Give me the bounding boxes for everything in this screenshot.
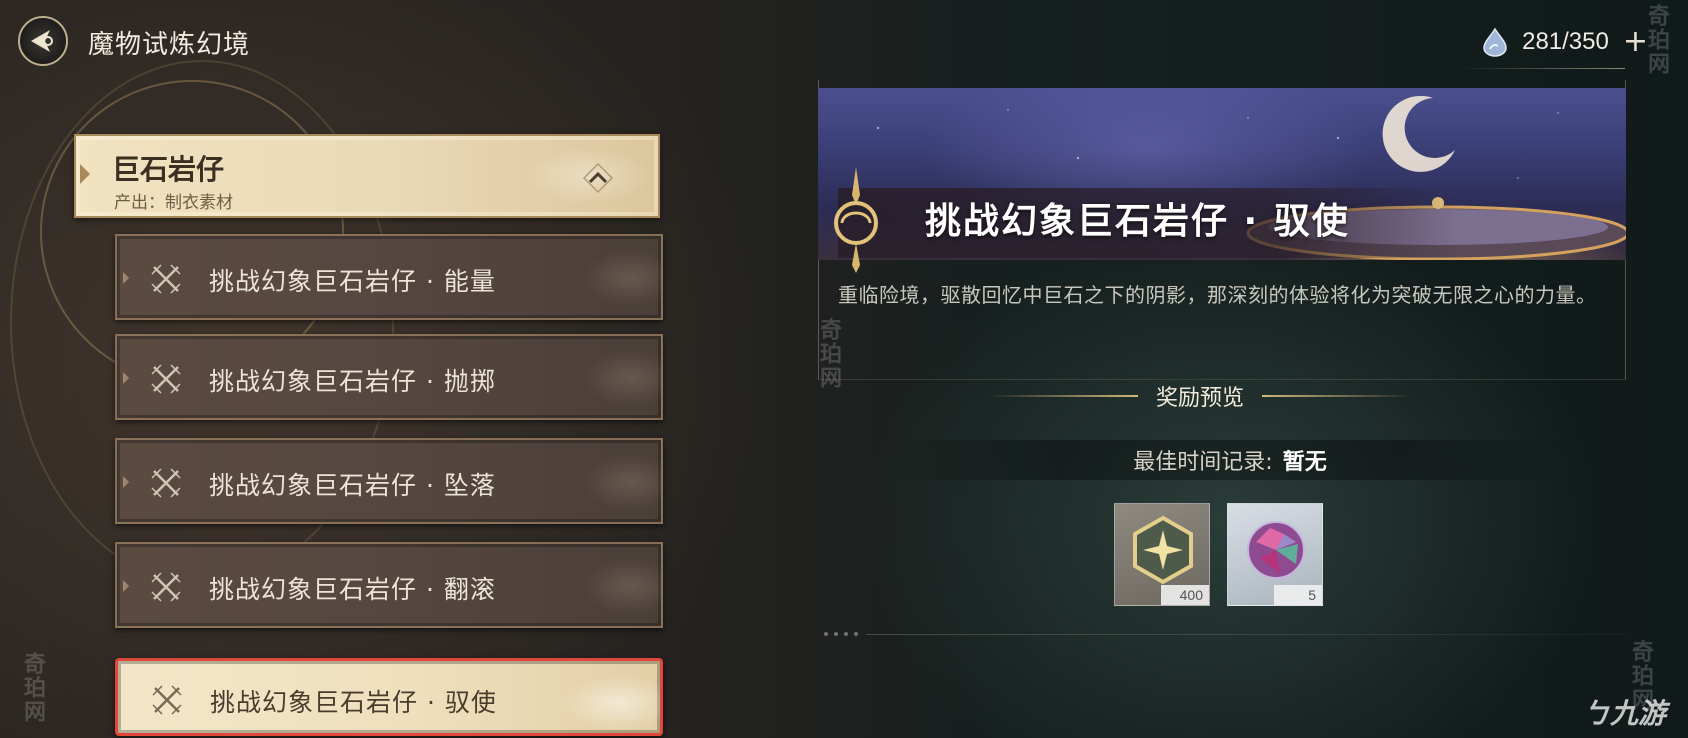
arrow-icon [123, 476, 129, 488]
reward-quantity: 400 [1161, 585, 1209, 605]
logo-mark-icon: ㄅ [1581, 697, 1610, 730]
divider [866, 634, 1626, 635]
site-watermark: 奇珀网 [816, 318, 841, 390]
reward-item[interactable]: 400 [1114, 503, 1210, 606]
pagination-dots [824, 632, 858, 636]
crescent-moon-icon [1382, 95, 1455, 172]
logo-watermark: ㄅ九游 [1582, 692, 1666, 732]
back-arrow-icon [31, 30, 53, 52]
arrow-icon [123, 372, 129, 384]
crossed-swords-icon [151, 364, 181, 394]
divider [987, 395, 1138, 397]
page-title: 魔物试炼幻境 [88, 30, 251, 60]
reward-item[interactable]: 5 [1227, 503, 1323, 606]
boss-name: 巨石岩仔 [112, 153, 225, 186]
boss-header-card[interactable]: 巨石岩仔 产出：制衣素材 [74, 134, 660, 218]
challenge-label: 挑战幻象巨石岩仔 · 翻滚 [209, 575, 496, 604]
challenge-label: 挑战幻象巨石岩仔 · 坠落 [209, 471, 496, 500]
stamina-drop-icon [1483, 27, 1507, 57]
back-button[interactable] [18, 16, 68, 66]
challenge-label: 挑战幻象巨石岩仔 · 抛掷 [209, 367, 496, 396]
crystal-orb-icon [1247, 521, 1305, 579]
stamina-value: 281/350 [1522, 28, 1609, 55]
challenge-item-selected[interactable]: 挑战幻象巨石岩仔 · 驭使 [115, 658, 663, 736]
challenge-item[interactable]: 挑战幻象巨石岩仔 · 坠落 [115, 438, 663, 524]
reward-preview-title: 奖励预览 [1155, 386, 1244, 411]
reward-quantity: 5 [1274, 585, 1322, 605]
arrow-icon [123, 272, 129, 284]
challenge-label: 挑战幻象巨石岩仔 · 驭使 [210, 688, 497, 717]
arrow-icon [123, 580, 129, 592]
logo-text: 九游 [1609, 697, 1666, 730]
reward-preview-header: 奖励预览 [940, 378, 1460, 414]
divider [1460, 68, 1625, 69]
card-ornament [458, 136, 658, 216]
stamina-display: 281/350 + [1482, 22, 1648, 62]
site-watermark: 奇珀网 [1644, 4, 1669, 76]
divider [1262, 395, 1412, 397]
site-watermark: 奇珀网 [20, 652, 45, 724]
edge-arrow-icon [80, 164, 90, 184]
crossed-swords-icon [151, 572, 181, 602]
challenge-label: 挑战幻象巨石岩仔 · 能量 [209, 267, 496, 296]
crossed-swords-icon [152, 685, 182, 715]
best-time-label: 最佳时间记录: [1133, 450, 1273, 475]
challenge-description: 重临险境，驱散回忆中巨石之下的阴影，那深刻的体验将化为突破无限之心的力量。 [838, 283, 1597, 307]
boss-output: 产出：制衣素材 [114, 193, 233, 213]
moon-emblem-icon [834, 167, 878, 273]
gold-star-badge-icon [1133, 515, 1193, 585]
crossed-swords-icon [151, 264, 181, 294]
chevron-up-icon [582, 162, 614, 194]
best-time-value: 暂无 [1282, 450, 1327, 475]
crossed-swords-icon [151, 468, 181, 498]
challenge-item[interactable]: 挑战幻象巨石岩仔 · 翻滚 [115, 542, 663, 628]
challenge-item[interactable]: 挑战幻象巨石岩仔 · 抛掷 [115, 334, 663, 420]
challenge-title: 挑战幻象巨石岩仔 · 驭使 [925, 201, 1350, 242]
challenge-item[interactable]: 挑战幻象巨石岩仔 · 能量 [115, 234, 663, 320]
best-time-record: 最佳时间记录: 暂无 [890, 440, 1570, 480]
